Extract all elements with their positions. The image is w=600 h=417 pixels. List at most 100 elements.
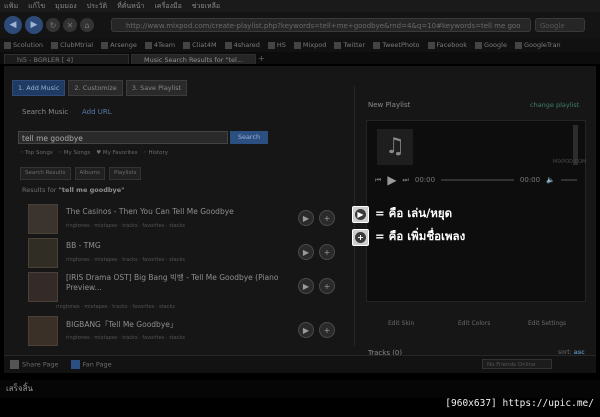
song-meta: ringtones · mixtapes · tracks · favorite… <box>56 304 175 310</box>
table-row[interactable]: BB - TMG ringtones · mixtapes · tracks ·… <box>28 238 348 276</box>
menu-tools[interactable]: เครื่องมือ <box>155 1 182 12</box>
table-row[interactable]: BIGBANG「Tell Me Goodbye」 ringtones · mix… <box>28 316 348 354</box>
search-input[interactable]: Google <box>535 18 585 32</box>
filter-my-favorites[interactable]: ♥ My Favorites <box>96 150 137 156</box>
filter-my-songs[interactable]: ◦ My Songs <box>59 150 90 156</box>
menu-bookmarks[interactable]: ที่คั่นหน้า <box>117 1 144 12</box>
menu-history[interactable]: ประวัติ <box>87 1 107 12</box>
bookmark-icon <box>427 41 435 49</box>
bookmark-icon <box>514 41 522 49</box>
song-meta: ringtones · mixtapes · tracks · favorite… <box>66 223 185 229</box>
song-title[interactable]: The Casinos - Then You Can Tell Me Goodb… <box>66 207 294 216</box>
bookmark-item[interactable]: Mixpod <box>293 41 326 49</box>
play-icon[interactable]: ▶ <box>298 210 314 226</box>
step-customize[interactable]: 2. Customize <box>68 80 123 96</box>
menu-edit[interactable]: แก้ไข <box>28 1 45 12</box>
reload-icon[interactable]: ↻ <box>46 18 60 32</box>
song-thumbnail <box>28 316 58 346</box>
song-title[interactable]: BB - TMG <box>66 241 294 250</box>
bookmark-item[interactable]: Google <box>475 41 507 49</box>
forward-icon[interactable]: ▶ <box>25 16 43 34</box>
bookmark-item[interactable]: 4shared <box>224 41 260 49</box>
bookmark-icon <box>475 41 483 49</box>
volume-slider[interactable] <box>560 179 577 181</box>
menu-file[interactable]: แฟ้ม <box>4 1 18 12</box>
add-icon[interactable]: + <box>319 244 335 260</box>
table-row[interactable]: The Casinos - Then You Can Tell Me Goodb… <box>28 204 348 242</box>
play-icon[interactable]: ▶ <box>298 322 314 338</box>
add-icon[interactable]: + <box>319 210 335 226</box>
friends-online[interactable]: No Friends Online <box>482 359 552 369</box>
previous-icon[interactable]: ⏮ <box>375 176 381 185</box>
tab-bar: hi5 - BGRLER [ 4] Music Search Results f… <box>0 52 600 64</box>
search-music-input[interactable]: tell me goodbye <box>18 131 228 144</box>
watermark: [960x637] https://upic.me/ <box>445 398 594 409</box>
bookmark-icon <box>144 41 152 49</box>
fan-page-button[interactable]: Fan Page <box>70 360 112 369</box>
song-title[interactable]: [IRIS Drama OST] Big Bang 빅뱅 - Tell Me G… <box>66 273 294 293</box>
edit-skin-button[interactable]: Edit Skin <box>388 320 414 327</box>
add-icon[interactable]: + <box>319 322 335 338</box>
bookmark-item[interactable]: GoogleTran <box>514 41 561 49</box>
bookmark-icon <box>224 41 232 49</box>
bookmark-item[interactable]: Facebook <box>427 41 467 49</box>
browser-window: แฟ้ม แก้ไข มุมมอง ประวัติ ที่คั่นหน้า เค… <box>0 0 600 417</box>
song-thumbnail <box>28 238 58 268</box>
edit-colors-button[interactable]: Edit Colors <box>458 320 490 327</box>
back-icon[interactable]: ◀ <box>4 16 22 34</box>
bookmark-icon <box>334 41 342 49</box>
subtab-search-results[interactable]: Search Results <box>20 167 71 180</box>
music-note-icon: ♫ <box>377 129 413 165</box>
add-url-link[interactable]: Add URL <box>82 108 112 116</box>
next-icon[interactable]: ⏭ <box>403 176 409 185</box>
player-controls: ⏮ ▶ ⏭ 00:00 00:00 🔈 <box>375 173 577 187</box>
add-icon[interactable]: + <box>319 278 335 294</box>
play-icon[interactable]: ▶ <box>298 278 314 294</box>
bookmark-item[interactable]: 4Team <box>144 41 175 49</box>
share-bar: Share Page Fan Page No Friends Online <box>4 355 596 373</box>
bookmark-item[interactable]: Arsenge <box>101 41 137 49</box>
bookmark-item[interactable]: Scolution <box>4 41 43 49</box>
progress-bar[interactable] <box>441 179 514 181</box>
bookmark-item[interactable]: HS <box>267 41 286 49</box>
bookmark-item[interactable]: ClubMtrial <box>51 41 93 49</box>
share-page-button[interactable]: Share Page <box>10 360 59 369</box>
song-title[interactable]: BIGBANG「Tell Me Goodbye」 <box>66 319 294 330</box>
step-save-playlist[interactable]: 3. Save Playlist <box>125 80 188 96</box>
bookmark-icon <box>183 41 191 49</box>
status-bar: เสร็จสิ้น <box>0 380 600 398</box>
bookmarks-toolbar: Scolution ClubMtrial Arsenge 4Team Cliat… <box>0 38 600 52</box>
time-start: 00:00 <box>414 176 436 184</box>
stop-icon[interactable]: ✕ <box>63 18 77 32</box>
bookmark-item[interactable]: Cliat4M <box>183 41 217 49</box>
subtab-playlists[interactable]: Playlists <box>109 167 142 180</box>
time-end: 00:00 <box>519 176 541 184</box>
filter-top-songs[interactable]: ◦ Top Songs <box>20 150 53 156</box>
url-input[interactable]: http://www.mixpod.com/create-playlist.ph… <box>111 18 531 32</box>
share-icon <box>10 360 19 369</box>
menu-help[interactable]: ช่วยเหลือ <box>192 1 220 12</box>
add-legend-icon: + <box>352 228 369 246</box>
bookmark-icon <box>267 41 275 49</box>
legend-play: ▶ = คือ เล่น/หยุด <box>352 205 452 223</box>
edit-settings-button[interactable]: Edit Settings <box>528 320 566 327</box>
step-add-music[interactable]: 1. Add Music <box>12 80 66 96</box>
bookmark-item[interactable]: TweetPhoto <box>373 41 420 49</box>
volume-icon[interactable]: 🔈 <box>546 176 555 184</box>
play-icon[interactable]: ▶ <box>387 173 396 187</box>
step-navigation: 1. Add Music 2. Customize 3. Save Playli… <box>12 80 188 96</box>
bookmark-item[interactable]: Twitter <box>334 41 365 49</box>
new-tab-icon[interactable]: + <box>258 54 270 64</box>
filter-history[interactable]: ◦ History <box>143 150 168 156</box>
home-icon[interactable]: ⌂ <box>80 18 94 32</box>
search-button[interactable]: Search <box>230 131 268 144</box>
subtab-albums[interactable]: Albums <box>74 167 106 180</box>
play-icon[interactable]: ▶ <box>298 244 314 260</box>
change-playlist-link[interactable]: change playlist <box>530 101 579 109</box>
table-row[interactable]: [IRIS Drama OST] Big Bang 빅뱅 - Tell Me G… <box>28 272 348 310</box>
player-brand: MIXPOD.COM <box>553 159 587 165</box>
tab-music-search[interactable]: Music Search Results for "tel... <box>131 54 256 64</box>
play-legend-icon: ▶ <box>352 205 369 223</box>
menu-view[interactable]: มุมมอง <box>55 1 76 12</box>
tab-hi5[interactable]: hi5 - BGRLER [ 4] <box>4 54 129 64</box>
